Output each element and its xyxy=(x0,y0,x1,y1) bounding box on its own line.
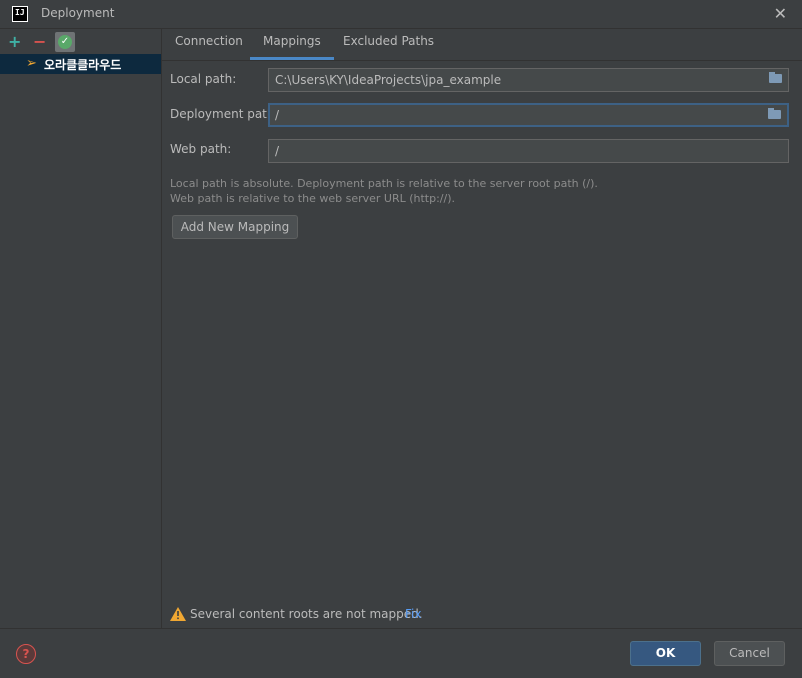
hint-text-2: Web path is relative to the web server U… xyxy=(170,192,456,205)
ok-button[interactable]: OK xyxy=(630,641,701,666)
web-path-label: Web path: xyxy=(170,142,232,156)
app-icon-text: IJ xyxy=(15,8,25,17)
local-path-label: Local path: xyxy=(170,72,237,86)
local-path-field[interactable]: C:\Users\KY\IdeaProjects\jpa_example xyxy=(268,68,789,92)
server-item[interactable]: ➢ 오라클클라우드 xyxy=(0,54,161,74)
folder-icon[interactable] xyxy=(768,108,781,119)
remove-server-button[interactable]: − xyxy=(33,32,46,51)
cancel-button[interactable]: Cancel xyxy=(714,641,785,666)
warning-text: Several content roots are not mapped. xyxy=(190,607,423,621)
deployment-path-field[interactable]: / xyxy=(268,103,789,127)
server-list-panel: + − ✓ ➢ 오라클클라우드 xyxy=(0,29,162,628)
deployment-path-label: Deployment path: xyxy=(170,107,279,121)
set-default-button[interactable]: ✓ xyxy=(55,32,75,52)
tab-bar: Connection Mappings Excluded Paths xyxy=(162,29,802,61)
intellij-icon: IJ xyxy=(12,6,28,22)
fix-link[interactable]: Fix xyxy=(405,607,421,621)
window-title: Deployment xyxy=(41,6,115,20)
tab-mappings[interactable]: Mappings xyxy=(250,29,334,60)
sftp-server-icon: ➢ xyxy=(26,56,37,71)
deployment-path-value: / xyxy=(275,108,280,122)
local-path-value: C:\Users\KY\IdeaProjects\jpa_example xyxy=(275,73,502,87)
title-bar: IJ Deployment ✕ xyxy=(0,0,802,29)
web-path-value: / xyxy=(275,144,280,158)
tab-excluded-paths[interactable]: Excluded Paths xyxy=(330,29,447,60)
close-icon[interactable]: ✕ xyxy=(774,4,787,23)
web-path-field[interactable]: / xyxy=(268,139,789,163)
add-server-button[interactable]: + xyxy=(8,32,21,51)
hint-text-1: Local path is absolute. Deployment path … xyxy=(170,177,598,190)
help-icon[interactable]: ? xyxy=(16,644,36,664)
tab-connection[interactable]: Connection xyxy=(162,29,256,60)
server-item-label: 오라클클라우드 xyxy=(44,58,122,72)
warning-icon xyxy=(170,607,186,621)
folder-icon[interactable] xyxy=(769,72,782,83)
add-new-mapping-button[interactable]: Add New Mapping xyxy=(172,215,298,239)
check-icon: ✓ xyxy=(58,35,72,49)
dialog-footer: ? OK Cancel xyxy=(0,628,802,678)
